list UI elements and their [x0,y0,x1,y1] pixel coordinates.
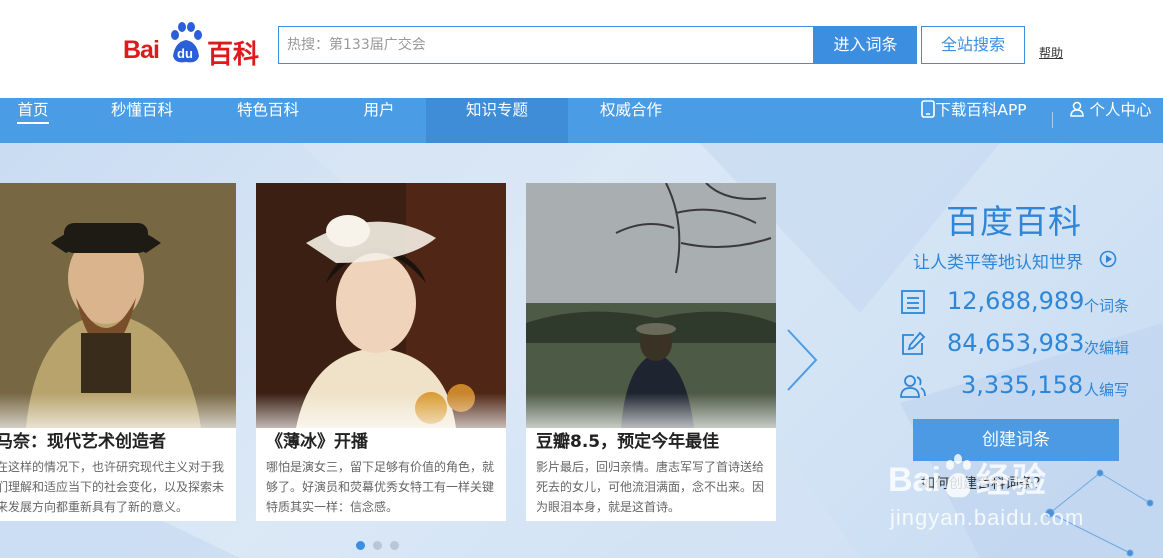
logo-baike-text: 百科 [207,40,260,70]
carousel-dots [356,535,407,554]
stat-value: 84,653,983 [947,329,1085,357]
baidu-paw-watermark-icon: Bai [888,454,971,499]
card-description: 在这样的情况下，也许研究现代主义对于我们理解和适应当下的社会变化，以及探索未来发… [0,460,225,514]
user-center-link[interactable]: 个人中心 [1062,98,1158,143]
edit-icon [902,331,926,355]
play-icon[interactable] [1099,250,1117,268]
brand-title: 百度百科 [946,202,1082,241]
nav-item-topics[interactable]: 知识专题 [426,98,568,143]
carousel-card[interactable]: 豆瓣8.5，预定今年最佳 影片最后，回归亲情。唐志军写了首诗送给死去的女儿，可他… [526,183,776,521]
users-icon [900,375,926,398]
download-app-label: 下载百科APP [935,101,1027,119]
nav-item-users[interactable]: 用户 [348,98,410,143]
card-title[interactable]: 《薄冰》开播 [266,427,368,452]
main-nav: 首页 秒懂百科 特色百科 用户 知识专题 权威合作 下载百科APP 个人中心 [0,98,1163,143]
film-scene-image [526,183,776,428]
stat-unit: 次编辑 [1084,339,1130,357]
enter-entry-button[interactable]: 进入词条 [814,26,917,64]
svg-text:Bai: Bai [888,461,941,499]
logo-bai-text: Bai [123,36,160,64]
watermark-url: jingyan.baidu.com [890,505,1085,530]
user-icon [1069,101,1084,117]
logo-du-text: du [177,46,193,61]
baidu-baike-logo[interactable]: Bai du 百科 [123,18,263,70]
nav-item-miaodong[interactable]: 秒懂百科 [94,98,190,143]
nav-divider [1052,112,1053,128]
header: Bai du 百科 进入词条 全站搜索 帮助 [0,0,1163,98]
nav-item-cooperation[interactable]: 权威合作 [584,98,678,143]
carousel-next-arrow-icon[interactable] [782,328,822,392]
help-link[interactable]: 帮助 [1039,44,1063,61]
download-app-link[interactable]: 下载百科APP [912,98,1036,143]
stat-value: 3,335,158 [961,371,1084,399]
card-description: 哪怕是演女三，留下足够有价值的角色，就够了。好演员和荧幕优秀女特工有一样关键特质… [266,460,495,514]
carousel-dot[interactable] [373,541,382,550]
user-center-label: 个人中心 [1089,101,1152,119]
stat-value: 12,688,989 [947,287,1085,315]
entries-icon [901,290,925,314]
watermark-title: 经验 [976,461,1048,501]
jingyan-watermark: Bai 经验 jingyan.baidu.com [888,451,1138,541]
stat-unit: 个词条 [1084,297,1130,315]
card-description: 影片最后，回归亲情。唐志军写了首诗送给死去的女儿，可他流泪满面，念不出来。因为眼… [536,460,765,514]
card-title[interactable]: 豆瓣8.5，预定今年最佳 [536,427,719,452]
card-title[interactable]: 马奈：现代艺术创造者 [0,427,166,452]
nav-item-home[interactable]: 首页 [0,98,66,143]
stat-unit: 人编写 [1084,381,1130,399]
baidu-paw-icon: du [171,22,202,63]
bobing-drama-image [256,183,506,428]
banner: 马奈：现代艺术创造者 在这样的情况下，也许研究现代主义对于我们理解和适应当下的社… [0,143,1163,558]
search-box [278,26,815,64]
phone-icon [921,100,936,118]
carousel-dot[interactable] [356,541,365,550]
search-input[interactable] [279,27,815,63]
nav-item-featured[interactable]: 特色百科 [220,98,316,143]
carousel-card[interactable]: 马奈：现代艺术创造者 在这样的情况下，也许研究现代主义对于我们理解和适应当下的社… [0,183,236,521]
slogan[interactable]: 让人类平等地认知世界 [913,248,1083,273]
carousel-card[interactable]: 《薄冰》开播 哪怕是演女三，留下足够有价值的角色，就够了。好演员和荧幕优秀女特工… [256,183,506,521]
carousel-dot[interactable] [390,541,399,550]
manet-portrait-image [0,183,236,428]
site-search-button[interactable]: 全站搜索 [921,26,1025,64]
